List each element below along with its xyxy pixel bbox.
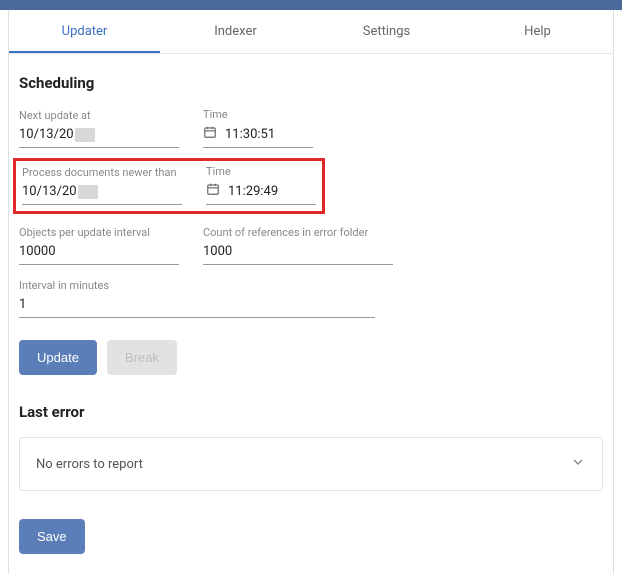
tabs: Updater Indexer Settings Help (9, 10, 613, 54)
button-row: Update Break (19, 340, 603, 375)
row-process-newer: Process documents newer than 10/13/20 Ti… (22, 165, 316, 205)
calendar-icon (206, 182, 220, 200)
next-update-time-label: Time (203, 108, 313, 121)
field-next-update-time: Time 11:30:51 (203, 108, 313, 148)
field-error-folder-count: Count of references in error folder 1000 (203, 226, 393, 265)
field-interval-minutes: Interval in minutes 1 (19, 279, 375, 318)
field-next-update-date: Next update at 10/13/20 (19, 109, 179, 148)
last-error-heading: Last error (19, 403, 603, 421)
save-button[interactable]: Save (19, 519, 85, 554)
field-objects-per-interval: Objects per update interval 10000 (19, 226, 179, 265)
interval-minutes-label: Interval in minutes (19, 279, 375, 292)
tab-content: Scheduling Next update at 10/13/20 Time (9, 54, 613, 574)
tab-settings[interactable]: Settings (311, 10, 462, 53)
field-process-newer-time: Time 11:29:49 (206, 165, 316, 205)
update-button[interactable]: Update (19, 340, 97, 375)
error-folder-count-label: Count of references in error folder (203, 226, 393, 239)
next-update-time-value: 11:30:51 (225, 127, 313, 142)
highlight-process-newer: Process documents newer than 10/13/20 Ti… (13, 158, 325, 214)
process-newer-date-redacted (78, 185, 98, 199)
objects-per-interval-value: 10000 (19, 244, 179, 259)
objects-per-interval-input[interactable]: 10000 (19, 243, 179, 265)
error-card[interactable]: No errors to report (19, 437, 603, 491)
tab-help[interactable]: Help (462, 10, 613, 53)
field-process-newer-date: Process documents newer than 10/13/20 (22, 166, 182, 205)
next-update-date-label: Next update at (19, 109, 179, 122)
next-update-date-input[interactable]: 10/13/20 (19, 126, 179, 148)
top-bar (0, 0, 622, 10)
process-newer-time-input[interactable]: 11:29:49 (206, 182, 316, 205)
error-text: No errors to report (36, 457, 143, 472)
row-interval: Interval in minutes 1 (19, 279, 603, 318)
tab-updater[interactable]: Updater (9, 10, 160, 53)
interval-minutes-value: 1 (19, 297, 375, 312)
interval-minutes-input[interactable]: 1 (19, 296, 375, 318)
process-newer-date-label: Process documents newer than (22, 166, 182, 179)
next-update-date-redacted (75, 128, 95, 142)
error-folder-count-input[interactable]: 1000 (203, 243, 393, 265)
process-newer-time-value: 11:29:49 (228, 184, 316, 199)
chevron-down-icon (570, 454, 586, 474)
objects-per-interval-label: Objects per update interval (19, 226, 179, 239)
scheduling-heading: Scheduling (19, 74, 603, 92)
tab-indexer[interactable]: Indexer (160, 10, 311, 53)
process-newer-date-value: 10/13/20 (22, 184, 77, 199)
break-button: Break (107, 340, 177, 375)
row-counts: Objects per update interval 10000 Count … (19, 226, 603, 265)
process-newer-time-label: Time (206, 165, 316, 178)
row-next-update: Next update at 10/13/20 Time 11:30:51 (19, 108, 603, 148)
next-update-time-input[interactable]: 11:30:51 (203, 125, 313, 148)
process-newer-date-input[interactable]: 10/13/20 (22, 183, 182, 205)
next-update-date-value: 10/13/20 (19, 127, 74, 142)
error-folder-count-value: 1000 (203, 244, 393, 259)
calendar-icon (203, 125, 217, 143)
main-panel: Updater Indexer Settings Help Scheduling… (8, 10, 614, 574)
